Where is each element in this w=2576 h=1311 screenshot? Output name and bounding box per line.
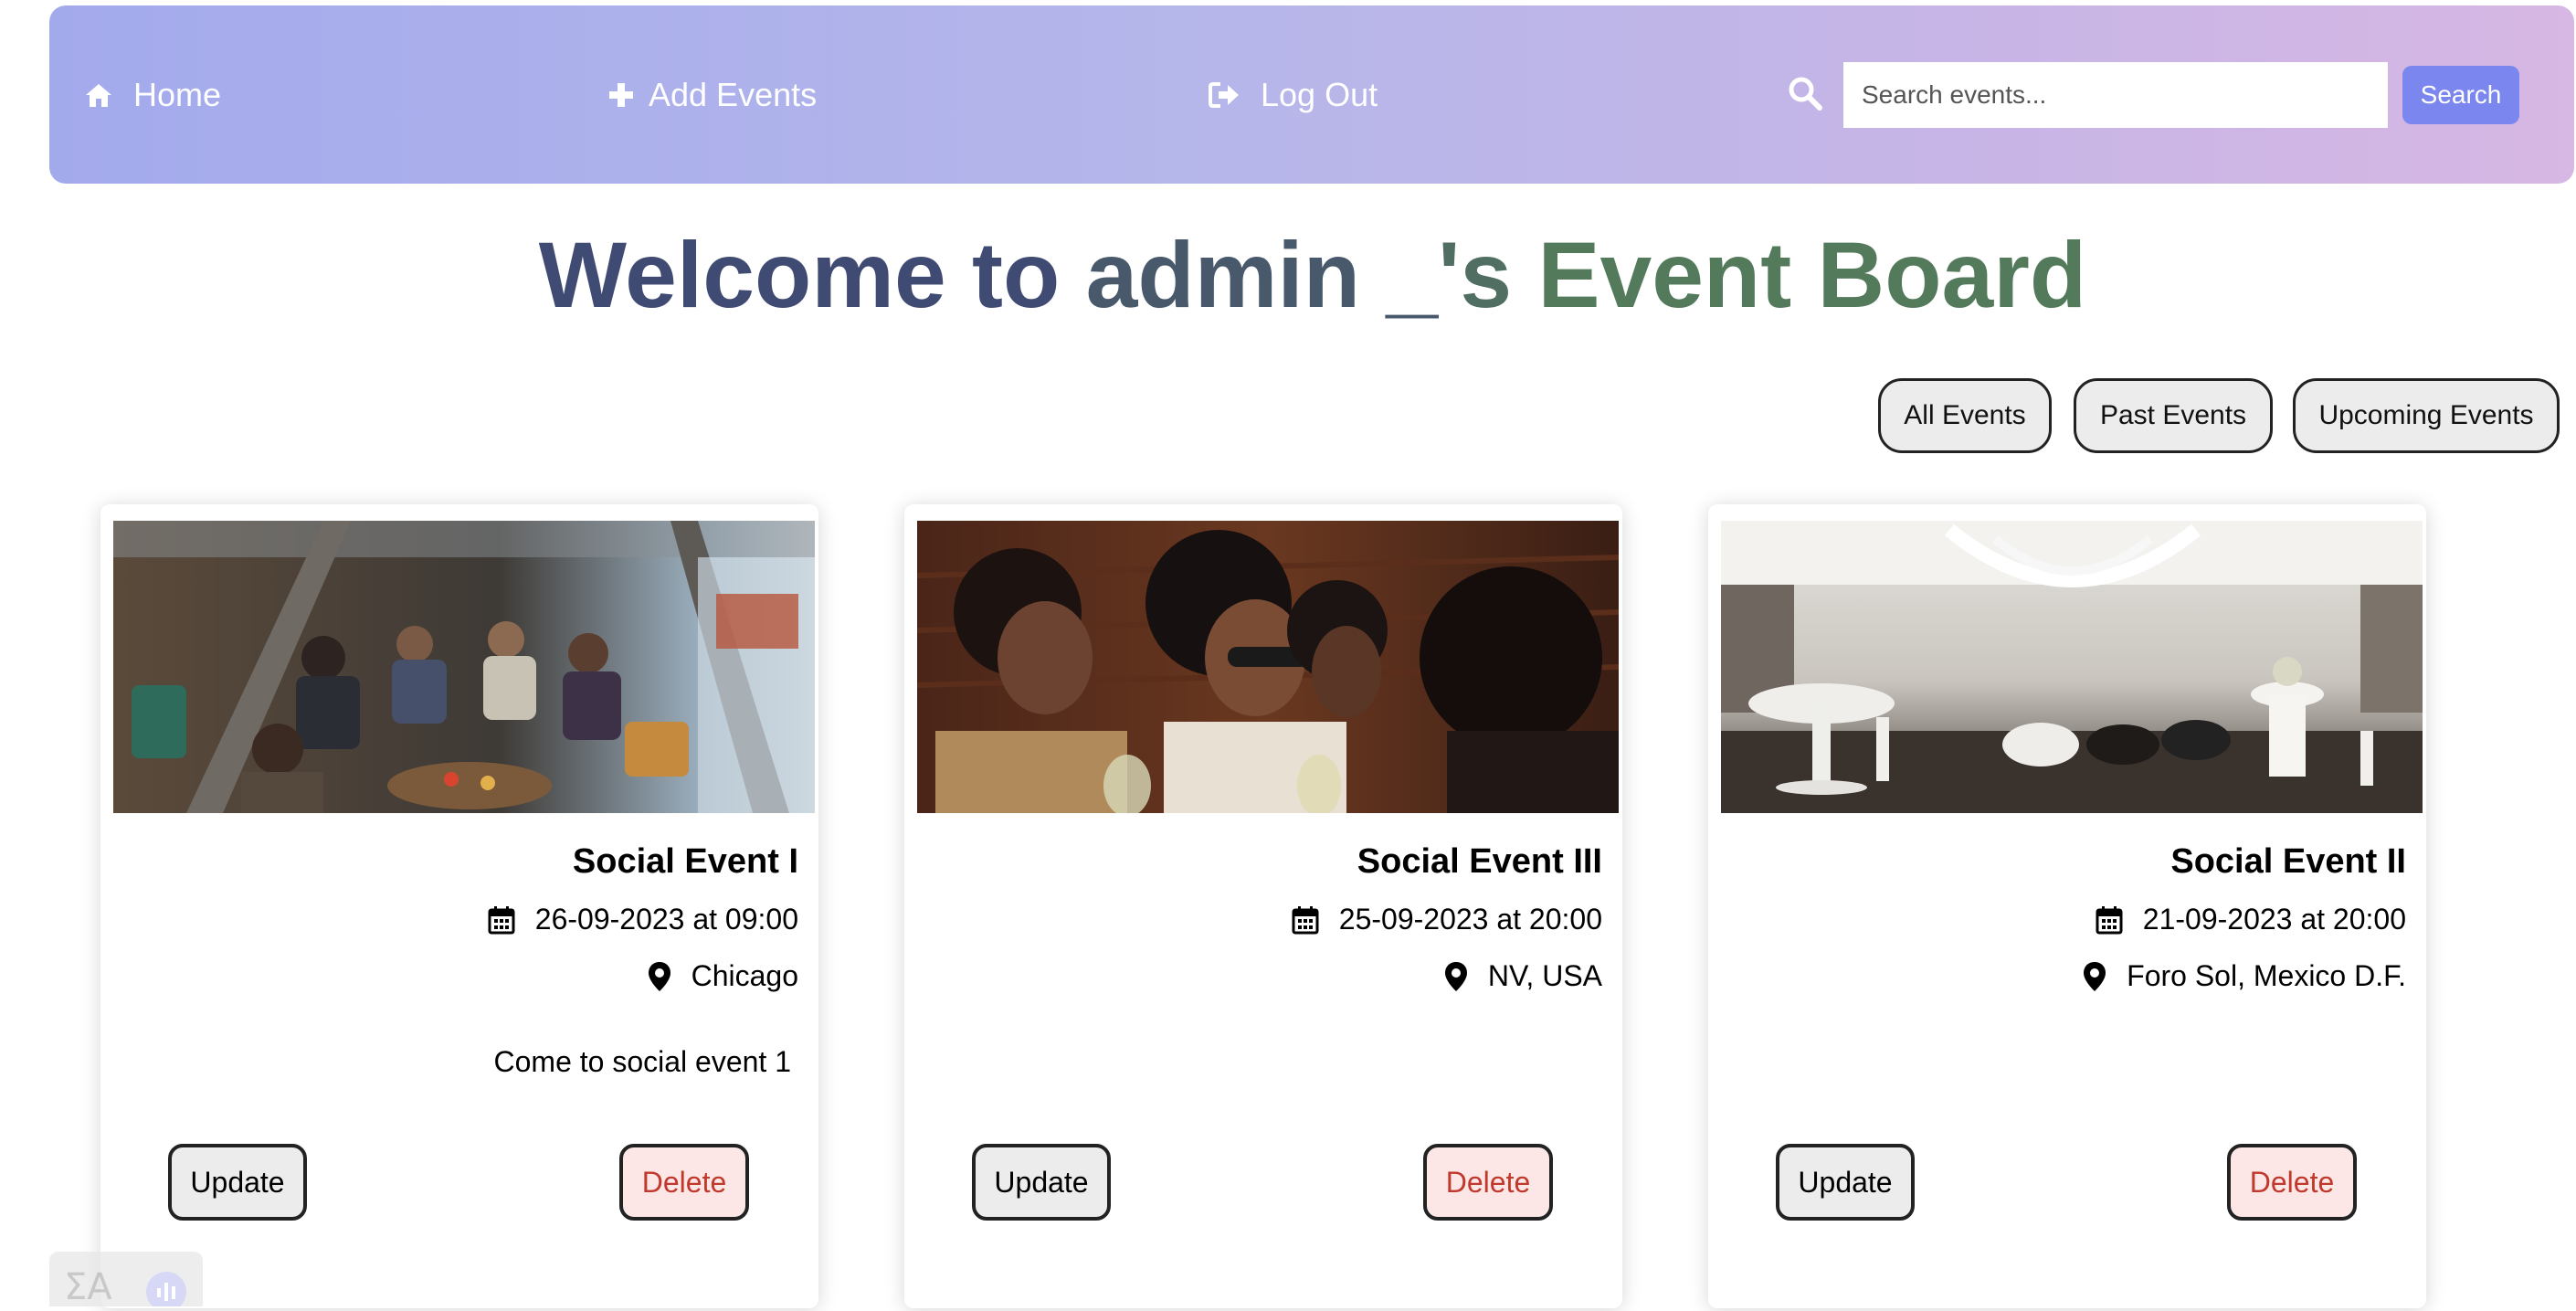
search-input[interactable]	[1843, 62, 2388, 128]
update-button[interactable]: Update	[168, 1144, 307, 1221]
event-date: 26-09-2023 at 09:00	[488, 903, 798, 936]
nav-logout-label: Log Out	[1261, 75, 1378, 113]
page-title-username: admin _	[1085, 223, 1439, 327]
filter-past-events-button[interactable]: Past Events	[2074, 378, 2273, 453]
nav-home-link[interactable]: Home	[84, 5, 221, 184]
nav-add-events-link[interactable]: Add Events	[608, 5, 817, 184]
event-title: Social Event I	[572, 842, 798, 881]
home-icon	[86, 83, 111, 107]
event-image-friends-laughing	[917, 521, 1619, 813]
map-pin-icon	[648, 961, 670, 991]
filter-upcoming-events-button[interactable]: Upcoming Events	[2293, 378, 2560, 453]
calendar-icon	[1292, 905, 1319, 934]
update-button[interactable]: Update	[1776, 1144, 1915, 1221]
event-location: NV, USA	[1444, 959, 1602, 993]
nav-home-label: Home	[133, 75, 222, 113]
event-location-text: Chicago	[691, 959, 798, 992]
event-card: Social Event III 25-09-2023 at 20:00 NV,…	[904, 504, 1622, 1308]
event-datetime: 21-09-2023 at 20:00	[2142, 903, 2406, 936]
page-title: Welcome to admin _'s Event Board	[0, 219, 2576, 331]
calendar-icon	[2096, 905, 2123, 934]
filter-all-events-button[interactable]: All Events	[1878, 378, 2052, 453]
event-title: Social Event III	[1357, 842, 1602, 881]
navbar: Home Add Events Log Out Search	[49, 5, 2574, 184]
page-title-welcome: Welcome to	[538, 223, 1061, 327]
event-location-text: Foro Sol, Mexico D.F.	[2127, 959, 2406, 992]
event-date: 25-09-2023 at 20:00	[1292, 903, 1602, 936]
translate-widget[interactable]: ΣΑ	[49, 1252, 203, 1311]
delete-button[interactable]: Delete	[1423, 1144, 1553, 1221]
page-title-possessive: 's	[1438, 223, 1513, 327]
event-image-restaurant-crowd	[113, 521, 815, 813]
map-pin-icon	[2084, 961, 2106, 991]
event-location: Chicago	[648, 959, 798, 993]
event-date: 21-09-2023 at 20:00	[2096, 903, 2406, 936]
event-image-banquet-hall	[1721, 521, 2423, 813]
event-location: Foro Sol, Mexico D.F.	[2083, 959, 2406, 993]
update-button[interactable]: Update	[972, 1144, 1111, 1221]
logout-icon	[1209, 81, 1239, 108]
nav-logout-link[interactable]: Log Out	[1208, 5, 1378, 184]
nav-add-events-label: Add Events	[649, 75, 818, 113]
plus-icon	[609, 82, 633, 107]
event-title: Social Event II	[2170, 842, 2406, 881]
map-pin-icon	[1444, 961, 1467, 991]
event-datetime: 26-09-2023 at 09:00	[534, 903, 798, 936]
event-datetime: 25-09-2023 at 20:00	[1338, 903, 1602, 936]
page-title-board: Event Board	[1537, 223, 2087, 327]
delete-button[interactable]: Delete	[619, 1144, 749, 1221]
translate-icon: ΣΑ	[64, 1266, 186, 1311]
search-icon	[1789, 77, 1822, 111]
event-location-text: NV, USA	[1487, 959, 1602, 992]
calendar-icon	[488, 905, 515, 934]
search-button[interactable]: Search	[2402, 66, 2519, 124]
svg-text:ΣΑ: ΣΑ	[64, 1266, 112, 1306]
delete-button[interactable]: Delete	[2227, 1144, 2357, 1221]
event-card: Social Event II 21-09-2023 at 20:00 Foro…	[1708, 504, 2426, 1308]
event-card: Social Event I 26-09-2023 at 09:00 Chica…	[100, 504, 818, 1308]
event-description: Come to social event 1	[493, 1045, 792, 1078]
